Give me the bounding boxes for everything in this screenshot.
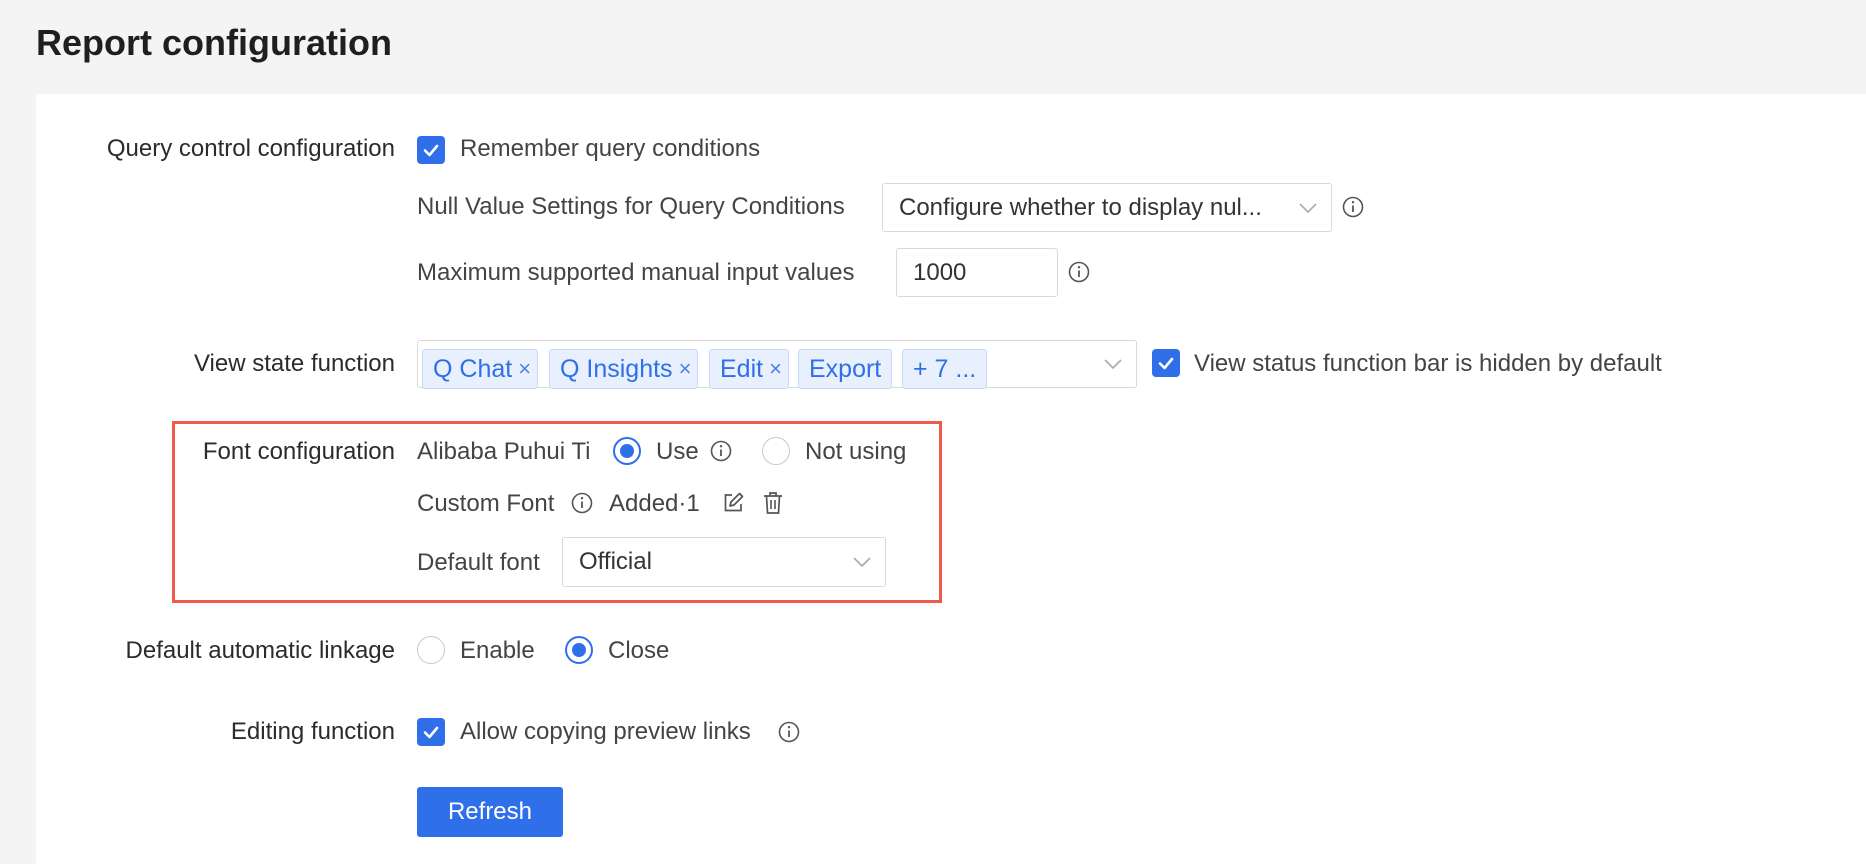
- tag-label: Q Insights: [560, 354, 673, 383]
- query-control-label: Query control configuration: [106, 135, 395, 162]
- custom-font-count: Added·1: [609, 490, 700, 517]
- check-icon: [423, 726, 439, 739]
- linkage-close-label: Close: [608, 637, 670, 664]
- linkage-label: Default automatic linkage: [125, 637, 395, 664]
- max-input-label: Maximum supported manual input values: [417, 259, 855, 286]
- close-icon[interactable]: ×: [679, 356, 692, 382]
- font-use-label: Use: [656, 438, 699, 465]
- alibaba-font-label: Alibaba Puhui Ti: [417, 438, 591, 465]
- linkage-enable-label: Enable: [460, 637, 535, 664]
- default-font-select[interactable]: Official: [562, 537, 886, 587]
- info-icon[interactable]: [1067, 260, 1091, 284]
- edit-icon[interactable]: [721, 491, 745, 515]
- chevron-down-icon: [1299, 202, 1317, 213]
- editing-label: Editing function: [230, 718, 395, 745]
- tag-export[interactable]: Export: [798, 349, 893, 389]
- font-not-using-label: Not using: [805, 438, 907, 465]
- linkage-enable-radio[interactable]: [417, 636, 445, 664]
- view-state-label: View state function: [193, 350, 395, 377]
- allow-copy-label: Allow copying preview links: [460, 718, 751, 745]
- close-icon[interactable]: ×: [769, 356, 782, 382]
- max-input-field[interactable]: 1000: [896, 248, 1058, 297]
- view-state-multiselect[interactable]: Q Chat × Q Insights × Edit × Export + 7 ...: [417, 340, 1137, 389]
- info-icon[interactable]: [570, 491, 594, 515]
- info-icon[interactable]: [709, 439, 733, 463]
- remember-query-label: Remember query conditions: [460, 135, 761, 162]
- max-input-value: 1000: [913, 258, 967, 286]
- tag-q-chat[interactable]: Q Chat ×: [422, 349, 539, 389]
- trash-icon[interactable]: [761, 490, 785, 516]
- tag-edit[interactable]: Edit ×: [709, 349, 789, 389]
- null-value-select[interactable]: Configure whether to display nul...: [882, 183, 1332, 232]
- tag-label: Edit: [720, 354, 764, 383]
- allow-copy-checkbox[interactable]: [417, 718, 445, 746]
- tag-label: Export: [809, 354, 882, 383]
- page-title: Report configuration: [36, 22, 392, 63]
- default-font-selected: Official: [579, 548, 652, 575]
- check-icon: [1158, 357, 1174, 370]
- close-icon[interactable]: ×: [518, 356, 531, 382]
- font-not-using-radio[interactable]: [762, 437, 790, 465]
- hidden-default-label: View status function bar is hidden by de…: [1194, 350, 1662, 377]
- null-value-selected: Configure whether to display nul...: [899, 193, 1262, 221]
- refresh-button[interactable]: Refresh: [417, 787, 563, 837]
- null-value-label: Null Value Settings for Query Conditions: [417, 193, 845, 220]
- linkage-close-radio[interactable]: [565, 636, 593, 664]
- tag-label: Q Chat: [433, 354, 513, 383]
- font-config-label: Font configuration: [202, 438, 395, 465]
- chevron-down-icon: [853, 557, 871, 568]
- info-icon[interactable]: [1341, 195, 1365, 219]
- tag-q-insights[interactable]: Q Insights ×: [549, 349, 699, 389]
- check-icon: [423, 144, 439, 157]
- chevron-down-icon: [1104, 359, 1122, 370]
- info-icon[interactable]: [777, 720, 801, 744]
- tag-label: + 7 ...: [913, 354, 977, 383]
- remember-query-checkbox[interactable]: [417, 136, 445, 164]
- custom-font-label: Custom Font: [417, 490, 555, 517]
- font-use-radio[interactable]: [613, 437, 641, 465]
- tag-more[interactable]: + 7 ...: [902, 349, 988, 389]
- hidden-default-checkbox[interactable]: [1152, 349, 1180, 377]
- default-font-label: Default font: [417, 549, 540, 576]
